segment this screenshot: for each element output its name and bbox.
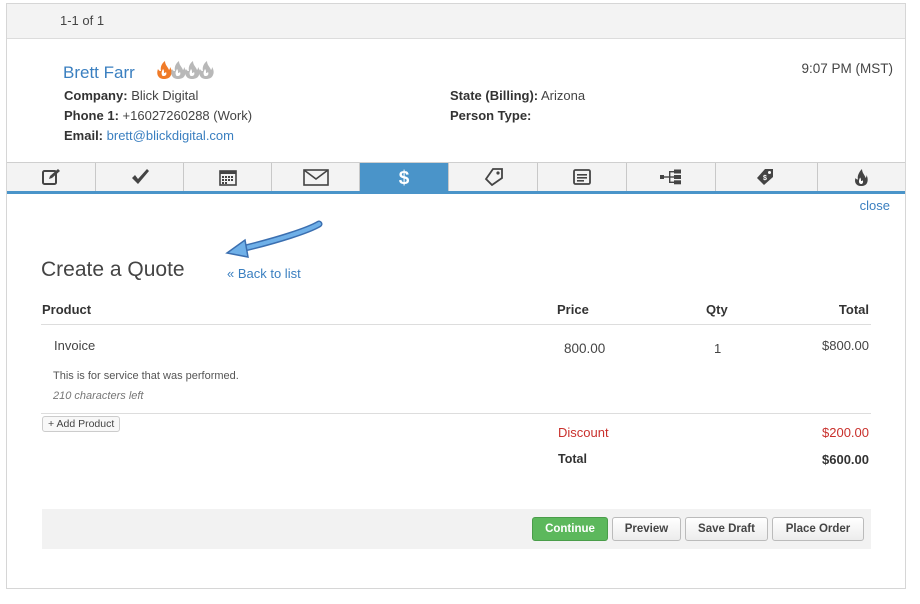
contact-record-panel: 1-1 of 1 Brett Farr 9:07 PM (MST) Compan… xyxy=(6,3,906,589)
state-field: State (Billing): Arizona xyxy=(450,88,585,103)
email-link[interactable]: brett@blickdigital.com xyxy=(107,128,234,143)
phone-label: Phone 1: xyxy=(64,108,119,123)
product-total: $800.00 xyxy=(822,338,869,353)
company-field: Company: Blick Digital xyxy=(64,88,198,103)
flame-icon xyxy=(855,169,868,186)
characters-left: 210 characters left xyxy=(53,390,144,402)
total-label: Total xyxy=(558,452,587,466)
pager-bar: 1-1 of 1 xyxy=(7,4,905,39)
tag-icon xyxy=(484,168,503,186)
preview-button[interactable]: Preview xyxy=(612,517,681,541)
svg-text:$: $ xyxy=(399,168,410,187)
email-label: Email: xyxy=(64,128,104,143)
edit-icon xyxy=(42,169,60,185)
tab-file[interactable] xyxy=(538,163,627,191)
person-type-field: Person Type: xyxy=(450,108,531,123)
phone-value: +16027260288 (Work) xyxy=(122,108,253,123)
tab-lead-score[interactable] xyxy=(818,163,904,191)
close-link[interactable]: close xyxy=(860,198,890,213)
document-icon xyxy=(573,169,591,185)
back-to-list-link[interactable]: « Back to list xyxy=(227,266,301,281)
action-bar: Continue Preview Save Draft Place Order xyxy=(42,509,871,549)
tab-quote[interactable]: $ xyxy=(360,163,449,191)
svg-text:$: $ xyxy=(763,175,767,182)
discount-value: $200.00 xyxy=(822,425,869,440)
envelope-icon xyxy=(302,169,329,186)
col-header-qty: Qty xyxy=(706,302,728,317)
lead-score-flames xyxy=(155,59,225,86)
phone-field: Phone 1: +16027260288 (Work) xyxy=(64,108,252,123)
state-label: State (Billing): xyxy=(450,88,539,103)
annotation-arrow-icon xyxy=(225,220,323,258)
company-label: Company: xyxy=(64,88,128,103)
contact-name-link[interactable]: Brett Farr xyxy=(63,63,135,83)
tab-appointment[interactable] xyxy=(184,163,272,191)
discount-label: Discount xyxy=(558,425,609,440)
record-tabs: $ $ xyxy=(7,162,905,194)
tab-sequence[interactable] xyxy=(627,163,716,191)
row-divider xyxy=(41,413,871,414)
company-value: Blick Digital xyxy=(131,88,199,103)
total-value: $600.00 xyxy=(822,452,869,467)
state-value: Arizona xyxy=(541,88,586,103)
calendar-icon xyxy=(218,170,237,186)
add-product-button[interactable]: + Add Product xyxy=(42,416,121,432)
dollar-icon: $ xyxy=(399,168,410,187)
tab-note[interactable] xyxy=(7,163,96,191)
local-time: 9:07 PM (MST) xyxy=(801,61,893,76)
product-price[interactable]: 800.00 xyxy=(564,341,605,356)
tags-icon: $ xyxy=(756,169,773,185)
tab-email[interactable] xyxy=(272,163,360,191)
col-header-product: Product xyxy=(42,302,92,317)
flame-rating-icon xyxy=(157,61,214,79)
header-divider xyxy=(41,324,871,325)
checkmark-icon xyxy=(131,169,149,184)
col-header-price: Price xyxy=(557,302,589,317)
sitemap-icon xyxy=(660,169,681,185)
product-description[interactable]: This is for service that was performed. xyxy=(53,370,239,382)
email-field: Email: brett@blickdigital.com xyxy=(64,128,234,143)
continue-button[interactable]: Continue xyxy=(532,517,608,541)
col-header-total: Total xyxy=(838,302,869,317)
product-name[interactable]: Invoice xyxy=(54,338,95,353)
page-title: Create a Quote xyxy=(41,258,185,281)
pager-count: 1-1 of 1 xyxy=(60,13,105,28)
product-qty[interactable]: 1 xyxy=(714,341,721,356)
tab-tags[interactable]: $ xyxy=(716,163,818,191)
save-draft-button[interactable]: Save Draft xyxy=(685,517,768,541)
place-order-button[interactable]: Place Order xyxy=(772,517,864,541)
tab-task[interactable] xyxy=(96,163,184,191)
person-type-label: Person Type: xyxy=(450,108,532,123)
tab-tag[interactable] xyxy=(449,163,538,191)
